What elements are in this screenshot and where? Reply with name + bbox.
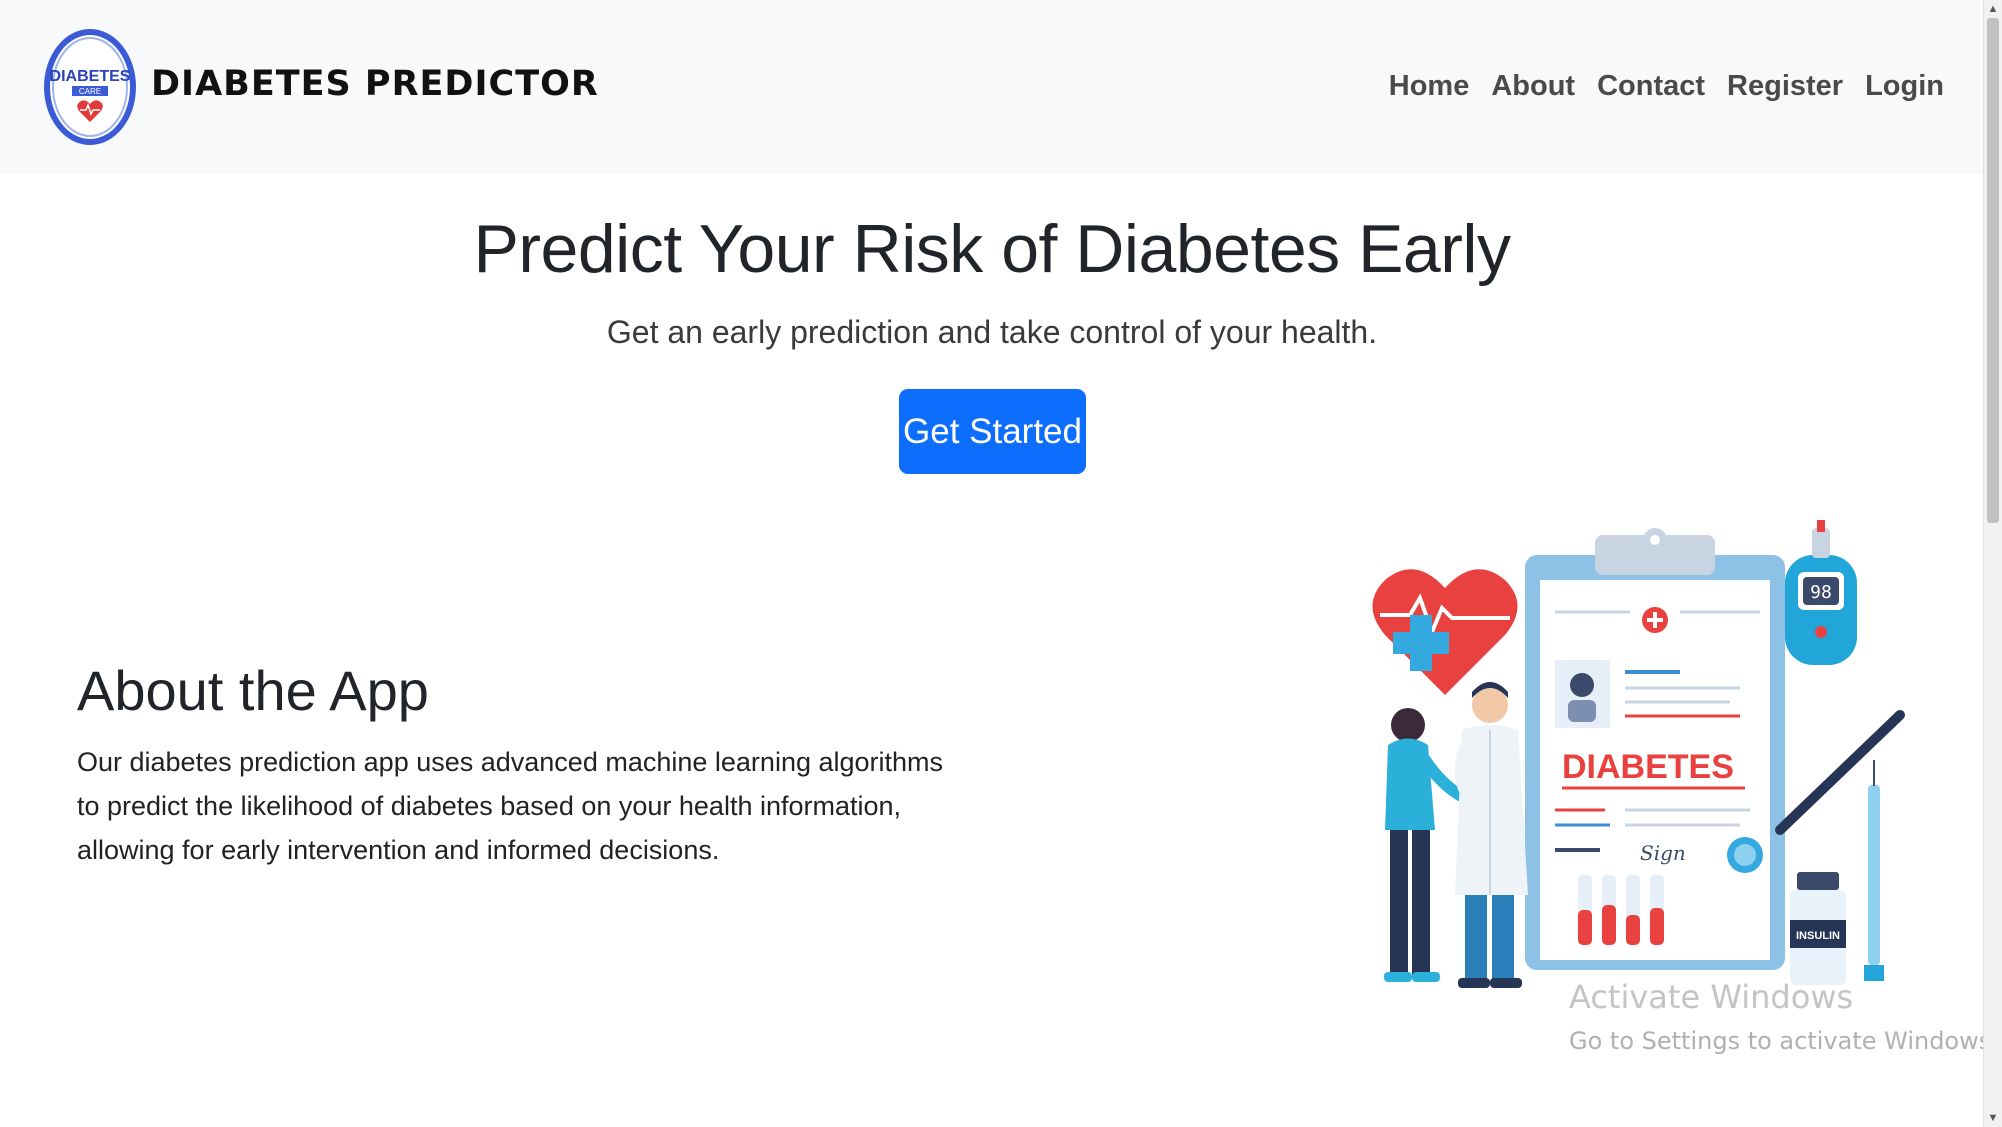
diabetes-care-logo[interactable]: DIABETES CARE [42, 26, 138, 148]
svg-text:INSULIN: INSULIN [1796, 930, 1840, 942]
nav-link-register[interactable]: Register [1727, 70, 1843, 103]
diabetes-illustration: DIABETES Sign 98 INSULIN [1372, 520, 1905, 988]
nav-link-contact[interactable]: Contact [1597, 70, 1705, 103]
nav-links: Home About Contact Register Login [1389, 70, 1944, 103]
insulin-vial-icon: INSULIN [1790, 872, 1846, 985]
svg-text:DIABETES: DIABETES [50, 68, 131, 85]
about-text: Our diabetes prediction app uses advance… [77, 747, 944, 865]
doctor-figure [1454, 682, 1528, 988]
about-title: About the App [77, 659, 429, 722]
nav-link-about[interactable]: About [1491, 70, 1575, 103]
hero-title: Predict Your Risk of Diabetes Early [473, 211, 1512, 287]
svg-text:98: 98 [1810, 582, 1832, 603]
scroll-thumb[interactable] [1987, 18, 1999, 523]
brand-name[interactable]: DIABETES PREDICTOR [151, 64, 599, 104]
syringe-icon [1864, 760, 1884, 981]
nav-link-home[interactable]: Home [1389, 70, 1470, 103]
svg-text:DIABETES: DIABETES [1562, 748, 1734, 786]
navbar: DIABETES CARE DIABETES PREDICTOR Home Ab… [0, 0, 1984, 174]
glucose-meter-icon: 98 [1785, 520, 1857, 665]
scroll-down-arrow-icon[interactable]: ▼ [1987, 1112, 1999, 1124]
svg-text:CARE: CARE [79, 87, 101, 96]
hero-subtitle: Get an early prediction and take control… [606, 314, 1378, 350]
svg-text:Sign: Sign [1640, 841, 1686, 865]
vertical-scrollbar[interactable]: ▲ ▼ [1983, 0, 2002, 1127]
patient-figure [1384, 708, 1476, 982]
nav-link-login[interactable]: Login [1865, 70, 1944, 103]
get-started-button[interactable]: Get Started [899, 389, 1086, 474]
scroll-up-arrow-icon[interactable]: ▲ [1987, 3, 1999, 15]
